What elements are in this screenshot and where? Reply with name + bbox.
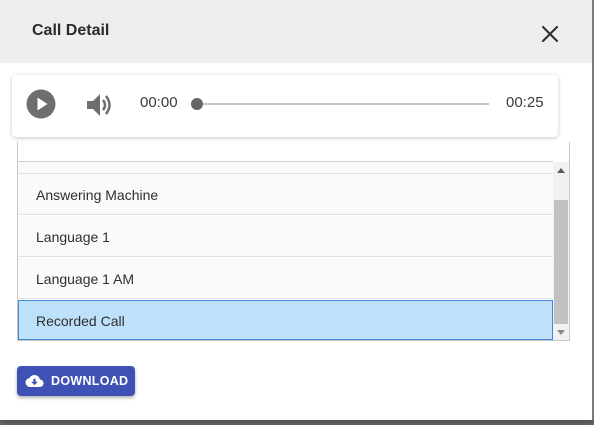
- seek-slider[interactable]: [191, 98, 489, 110]
- play-icon: [26, 89, 56, 119]
- list-item-label: Recorded Call: [36, 313, 125, 329]
- dialog-header: Call Detail: [0, 0, 592, 63]
- volume-icon: [87, 94, 111, 116]
- play-button[interactable]: [26, 89, 56, 119]
- list-item[interactable]: Answering Machine: [18, 174, 553, 215]
- cloud-download-icon: [25, 375, 44, 387]
- list-item-label: Language 1: [36, 229, 110, 245]
- list-item-selected[interactable]: Recorded Call: [18, 300, 553, 340]
- audio-player: 00:00 00:25: [12, 75, 558, 137]
- download-button[interactable]: DOWNLOAD: [17, 366, 135, 396]
- volume-button[interactable]: [84, 90, 114, 120]
- list-item-label: Answering Machine: [36, 187, 159, 203]
- dialog-title: Call Detail: [32, 22, 110, 39]
- close-button[interactable]: [538, 22, 562, 46]
- download-label: DOWNLOAD: [51, 374, 129, 388]
- list-scrollbar[interactable]: [553, 162, 569, 340]
- recording-list: Answering Machine Language 1 Language 1 …: [17, 142, 570, 341]
- list-item-label: Language 1 AM: [36, 271, 135, 287]
- list-item[interactable]: Language 1 AM: [18, 258, 553, 299]
- scroll-down-arrow-icon[interactable]: [557, 330, 565, 335]
- scroll-up-arrow-icon[interactable]: [557, 168, 565, 173]
- scrollbar-thumb[interactable]: [554, 200, 568, 324]
- close-icon: [541, 25, 559, 43]
- call-detail-dialog: Call Detail 00:00 00:25 Answering Machin…: [0, 0, 594, 420]
- list-partial-row: [18, 162, 553, 174]
- seek-thumb[interactable]: [191, 98, 203, 110]
- list-header-row: [18, 142, 553, 162]
- current-time: 00:00: [140, 94, 178, 111]
- total-time: 00:25: [506, 94, 544, 111]
- list-item[interactable]: Language 1: [18, 216, 553, 257]
